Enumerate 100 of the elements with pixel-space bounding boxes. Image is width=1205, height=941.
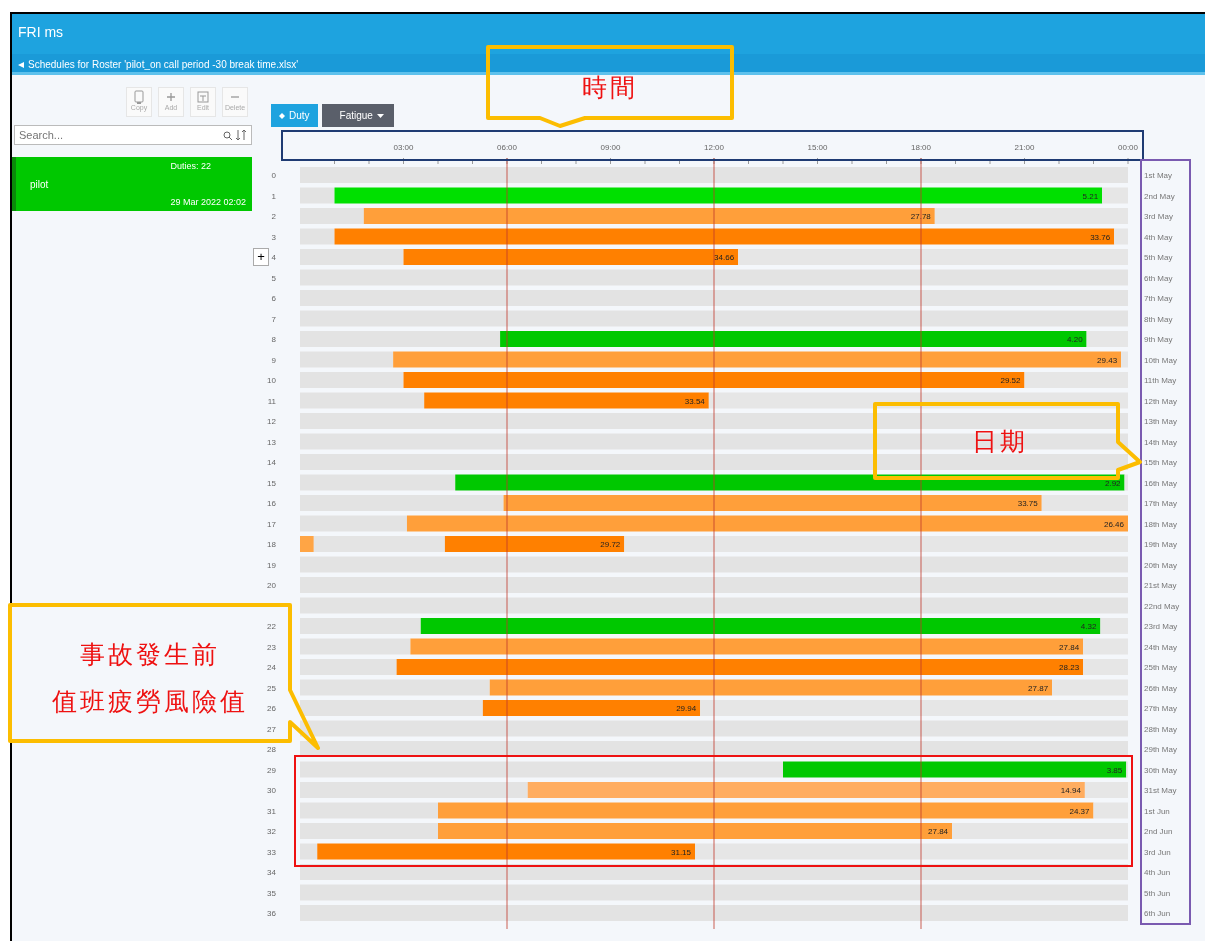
fatigue-value: 29.52 xyxy=(1000,376,1021,385)
schedule-title: Schedules for Roster 'pilot_on call period -30 break time.xlsx' xyxy=(28,59,299,71)
row-number: 9 xyxy=(271,355,276,365)
date-label: 19th May xyxy=(1144,540,1177,549)
roster-item[interactable]: pilot Duties: 22 29 Mar 2022 02:02 xyxy=(12,157,252,211)
row-number: 2 xyxy=(271,212,276,221)
date-label: 18th May xyxy=(1144,519,1177,529)
row-number: 20 xyxy=(267,581,276,590)
row-number: 14 xyxy=(267,458,276,467)
row-number: 0 xyxy=(271,171,276,180)
date-label: 23rd May xyxy=(1144,622,1178,631)
fatigue-value: 29.72 xyxy=(600,540,621,549)
date-label: 17th May xyxy=(1144,499,1177,508)
date-label: 7th May xyxy=(1144,294,1173,303)
fatigue-value: 29.94 xyxy=(676,704,697,713)
row-number: 5 xyxy=(271,273,276,283)
duty-count: Duties: 22 xyxy=(170,161,212,171)
duty-bar[interactable] xyxy=(438,823,953,839)
duty-bar[interactable] xyxy=(403,372,1025,388)
date-label: 13th May xyxy=(1144,417,1177,426)
fatigue-value: 28.23 xyxy=(1059,663,1080,672)
fatigue-value: 14.94 xyxy=(1060,786,1081,795)
date-label: 14th May xyxy=(1144,437,1177,447)
date-label: 2nd Jun xyxy=(1144,827,1173,836)
duty-bar[interactable] xyxy=(489,679,1053,696)
app-title: FRI ms xyxy=(17,23,64,42)
duty-bar[interactable] xyxy=(503,495,1042,511)
duty-bar[interactable] xyxy=(482,700,701,716)
row-number: 18 xyxy=(267,540,276,549)
duty-bar[interactable] xyxy=(455,474,1125,491)
row-number: 4 xyxy=(271,253,276,262)
fatigue-value: 27.78 xyxy=(910,212,931,221)
duty-bar[interactable] xyxy=(396,659,1084,675)
duty-bar[interactable] xyxy=(393,351,1122,368)
row-number: 31 xyxy=(267,806,276,816)
duty-bar[interactable] xyxy=(334,228,1115,245)
date-label: 5th May xyxy=(1144,253,1173,262)
duty-button[interactable]: Duty xyxy=(271,104,318,127)
caret-icon xyxy=(376,113,384,118)
date-label: 30th May xyxy=(1144,765,1177,775)
duty-bar[interactable] xyxy=(527,782,1085,798)
row-number: 6 xyxy=(271,294,276,303)
duty-bar[interactable] xyxy=(438,802,1094,819)
duty-bar[interactable] xyxy=(363,208,935,224)
date-label: 3rd Jun xyxy=(1144,847,1171,857)
duty-bar[interactable] xyxy=(783,761,1127,778)
search-icon[interactable] xyxy=(223,131,232,140)
fatigue-value: 27.84 xyxy=(928,827,949,836)
row-number: 23 xyxy=(267,642,276,652)
fatigue-value: 27.84 xyxy=(1059,642,1080,652)
date-label: 4th Jun xyxy=(1144,868,1171,877)
row-number: 30 xyxy=(267,786,276,795)
fatigue-value: 29.43 xyxy=(1097,355,1118,365)
fatigue-value: 26.46 xyxy=(1103,519,1124,529)
row-number: 10 xyxy=(267,376,276,385)
row-number: 36 xyxy=(267,909,276,918)
duty-bar[interactable] xyxy=(410,638,1084,655)
axis-label: 12:00 xyxy=(704,143,724,152)
fatigue-value: 33.54 xyxy=(684,396,705,406)
date-label: 9th May xyxy=(1144,335,1173,344)
expand-button[interactable]: + xyxy=(253,248,269,266)
row-number: 15 xyxy=(267,478,276,488)
sort-icon[interactable] xyxy=(236,130,247,140)
search-field[interactable]: Search... xyxy=(14,125,252,145)
duty-bar[interactable] xyxy=(300,536,314,552)
date-label: 21st May xyxy=(1144,581,1177,590)
date-label: 24th May xyxy=(1144,642,1177,652)
date-label: 8th May xyxy=(1144,314,1173,324)
duty-bar[interactable] xyxy=(500,331,1087,347)
copy-icon xyxy=(132,90,146,104)
date-label: 6th May xyxy=(1144,273,1173,283)
row-number: 32 xyxy=(267,827,276,836)
date-label: 5th Jun xyxy=(1144,888,1171,898)
fatigue-value: 33.76 xyxy=(1090,232,1111,242)
fatigue-button[interactable]: Fatigue xyxy=(321,104,394,127)
fatigue-value: 27.87 xyxy=(1028,683,1049,693)
duty-bar[interactable] xyxy=(406,515,1128,532)
axis-label: 21:00 xyxy=(1014,143,1035,152)
date-label: 1st May xyxy=(1144,171,1172,180)
callout-text: 時間 xyxy=(582,73,638,102)
fatigue-value: 5.21 xyxy=(1082,191,1099,201)
row-number: 11 xyxy=(267,396,276,406)
row-number: 28 xyxy=(267,745,276,754)
back-arrow-icon[interactable] xyxy=(18,61,24,68)
duty-bar[interactable] xyxy=(317,843,696,860)
date-label: 22nd May xyxy=(1144,601,1180,611)
duty-bar[interactable] xyxy=(444,536,625,552)
duty-bar[interactable] xyxy=(424,392,709,409)
edit-icon xyxy=(196,90,210,104)
row-number: 26 xyxy=(267,704,276,713)
axis-label: 03:00 xyxy=(393,143,414,152)
duty-bar[interactable] xyxy=(334,187,1103,204)
axis-label: 00:00 xyxy=(1118,143,1138,152)
date-label: 11th May xyxy=(1144,376,1177,385)
duty-bar[interactable] xyxy=(420,618,1101,634)
fatigue-value: 24.37 xyxy=(1069,806,1090,816)
row-number: 25 xyxy=(267,683,276,693)
date-label: 1st Jun xyxy=(1144,806,1170,816)
duty-bar[interactable] xyxy=(403,249,739,265)
row-number: 29 xyxy=(267,765,276,775)
